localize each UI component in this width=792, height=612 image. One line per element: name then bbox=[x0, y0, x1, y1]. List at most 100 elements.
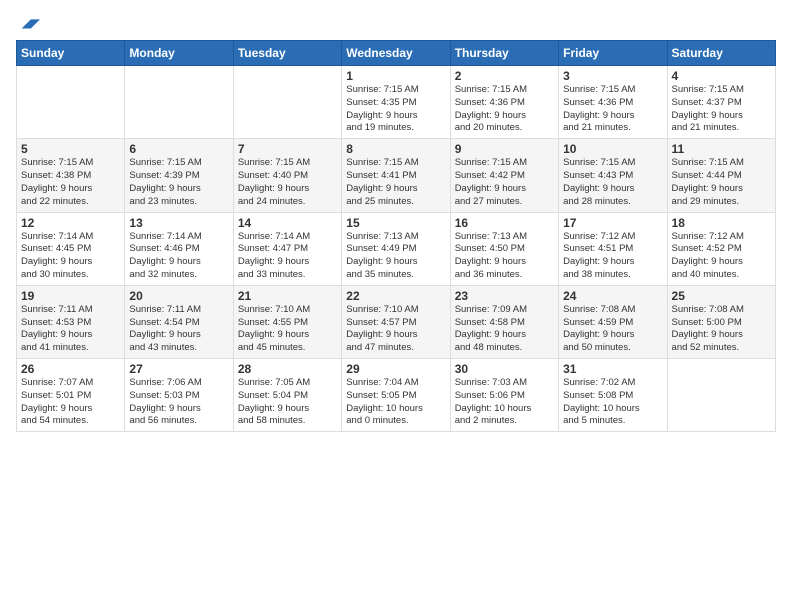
day-number: 10 bbox=[563, 142, 662, 156]
calendar-day-cell: 26Sunrise: 7:07 AM Sunset: 5:01 PM Dayli… bbox=[17, 359, 125, 432]
calendar-day-cell: 2Sunrise: 7:15 AM Sunset: 4:36 PM Daylig… bbox=[450, 66, 558, 139]
day-number: 26 bbox=[21, 362, 120, 376]
calendar-day-cell: 31Sunrise: 7:02 AM Sunset: 5:08 PM Dayli… bbox=[559, 359, 667, 432]
day-number: 22 bbox=[346, 289, 445, 303]
day-info: Sunrise: 7:15 AM Sunset: 4:35 PM Dayligh… bbox=[346, 84, 445, 135]
day-info: Sunrise: 7:12 AM Sunset: 4:51 PM Dayligh… bbox=[563, 231, 662, 282]
day-info: Sunrise: 7:14 AM Sunset: 4:46 PM Dayligh… bbox=[129, 231, 228, 282]
day-number: 9 bbox=[455, 142, 554, 156]
day-number: 12 bbox=[21, 216, 120, 230]
calendar: SundayMondayTuesdayWednesdayThursdayFrid… bbox=[16, 40, 776, 432]
day-info: Sunrise: 7:05 AM Sunset: 5:04 PM Dayligh… bbox=[238, 377, 337, 428]
day-number: 28 bbox=[238, 362, 337, 376]
calendar-week-row: 1Sunrise: 7:15 AM Sunset: 4:35 PM Daylig… bbox=[17, 66, 776, 139]
calendar-day-cell bbox=[17, 66, 125, 139]
day-info: Sunrise: 7:14 AM Sunset: 4:45 PM Dayligh… bbox=[21, 231, 120, 282]
day-info: Sunrise: 7:15 AM Sunset: 4:38 PM Dayligh… bbox=[21, 157, 120, 208]
day-number: 21 bbox=[238, 289, 337, 303]
day-number: 11 bbox=[672, 142, 771, 156]
calendar-day-cell: 16Sunrise: 7:13 AM Sunset: 4:50 PM Dayli… bbox=[450, 212, 558, 285]
calendar-day-cell: 23Sunrise: 7:09 AM Sunset: 4:58 PM Dayli… bbox=[450, 285, 558, 358]
day-number: 25 bbox=[672, 289, 771, 303]
calendar-day-cell: 28Sunrise: 7:05 AM Sunset: 5:04 PM Dayli… bbox=[233, 359, 341, 432]
calendar-day-cell bbox=[667, 359, 775, 432]
day-number: 30 bbox=[455, 362, 554, 376]
calendar-day-cell: 4Sunrise: 7:15 AM Sunset: 4:37 PM Daylig… bbox=[667, 66, 775, 139]
logo bbox=[16, 12, 40, 30]
day-info: Sunrise: 7:15 AM Sunset: 4:43 PM Dayligh… bbox=[563, 157, 662, 208]
day-number: 5 bbox=[21, 142, 120, 156]
day-info: Sunrise: 7:10 AM Sunset: 4:55 PM Dayligh… bbox=[238, 304, 337, 355]
calendar-day-cell: 25Sunrise: 7:08 AM Sunset: 5:00 PM Dayli… bbox=[667, 285, 775, 358]
day-number: 23 bbox=[455, 289, 554, 303]
day-number: 13 bbox=[129, 216, 228, 230]
day-number: 4 bbox=[672, 69, 771, 83]
calendar-day-cell: 17Sunrise: 7:12 AM Sunset: 4:51 PM Dayli… bbox=[559, 212, 667, 285]
day-info: Sunrise: 7:07 AM Sunset: 5:01 PM Dayligh… bbox=[21, 377, 120, 428]
calendar-week-row: 12Sunrise: 7:14 AM Sunset: 4:45 PM Dayli… bbox=[17, 212, 776, 285]
calendar-day-cell: 20Sunrise: 7:11 AM Sunset: 4:54 PM Dayli… bbox=[125, 285, 233, 358]
day-info: Sunrise: 7:15 AM Sunset: 4:37 PM Dayligh… bbox=[672, 84, 771, 135]
day-info: Sunrise: 7:11 AM Sunset: 4:54 PM Dayligh… bbox=[129, 304, 228, 355]
calendar-day-cell: 9Sunrise: 7:15 AM Sunset: 4:42 PM Daylig… bbox=[450, 139, 558, 212]
calendar-week-row: 5Sunrise: 7:15 AM Sunset: 4:38 PM Daylig… bbox=[17, 139, 776, 212]
calendar-day-cell: 22Sunrise: 7:10 AM Sunset: 4:57 PM Dayli… bbox=[342, 285, 450, 358]
day-info: Sunrise: 7:14 AM Sunset: 4:47 PM Dayligh… bbox=[238, 231, 337, 282]
day-info: Sunrise: 7:03 AM Sunset: 5:06 PM Dayligh… bbox=[455, 377, 554, 428]
calendar-day-cell: 24Sunrise: 7:08 AM Sunset: 4:59 PM Dayli… bbox=[559, 285, 667, 358]
day-of-week-header: Wednesday bbox=[342, 41, 450, 66]
day-number: 16 bbox=[455, 216, 554, 230]
day-info: Sunrise: 7:15 AM Sunset: 4:42 PM Dayligh… bbox=[455, 157, 554, 208]
calendar-day-cell: 14Sunrise: 7:14 AM Sunset: 4:47 PM Dayli… bbox=[233, 212, 341, 285]
calendar-day-cell: 21Sunrise: 7:10 AM Sunset: 4:55 PM Dayli… bbox=[233, 285, 341, 358]
day-number: 3 bbox=[563, 69, 662, 83]
header bbox=[16, 12, 776, 30]
calendar-week-row: 26Sunrise: 7:07 AM Sunset: 5:01 PM Dayli… bbox=[17, 359, 776, 432]
day-number: 19 bbox=[21, 289, 120, 303]
day-number: 14 bbox=[238, 216, 337, 230]
day-number: 15 bbox=[346, 216, 445, 230]
day-of-week-header: Thursday bbox=[450, 41, 558, 66]
calendar-day-cell: 10Sunrise: 7:15 AM Sunset: 4:43 PM Dayli… bbox=[559, 139, 667, 212]
calendar-day-cell: 8Sunrise: 7:15 AM Sunset: 4:41 PM Daylig… bbox=[342, 139, 450, 212]
calendar-day-cell bbox=[125, 66, 233, 139]
day-info: Sunrise: 7:15 AM Sunset: 4:36 PM Dayligh… bbox=[455, 84, 554, 135]
calendar-day-cell: 30Sunrise: 7:03 AM Sunset: 5:06 PM Dayli… bbox=[450, 359, 558, 432]
day-number: 2 bbox=[455, 69, 554, 83]
day-info: Sunrise: 7:09 AM Sunset: 4:58 PM Dayligh… bbox=[455, 304, 554, 355]
calendar-day-cell: 19Sunrise: 7:11 AM Sunset: 4:53 PM Dayli… bbox=[17, 285, 125, 358]
day-number: 27 bbox=[129, 362, 228, 376]
day-info: Sunrise: 7:02 AM Sunset: 5:08 PM Dayligh… bbox=[563, 377, 662, 428]
day-number: 8 bbox=[346, 142, 445, 156]
day-of-week-header: Sunday bbox=[17, 41, 125, 66]
day-of-week-header: Tuesday bbox=[233, 41, 341, 66]
calendar-day-cell: 12Sunrise: 7:14 AM Sunset: 4:45 PM Dayli… bbox=[17, 212, 125, 285]
calendar-day-cell: 6Sunrise: 7:15 AM Sunset: 4:39 PM Daylig… bbox=[125, 139, 233, 212]
day-info: Sunrise: 7:08 AM Sunset: 4:59 PM Dayligh… bbox=[563, 304, 662, 355]
day-number: 31 bbox=[563, 362, 662, 376]
day-of-week-header: Monday bbox=[125, 41, 233, 66]
day-of-week-header: Saturday bbox=[667, 41, 775, 66]
logo-icon bbox=[18, 12, 40, 34]
day-of-week-header: Friday bbox=[559, 41, 667, 66]
day-info: Sunrise: 7:15 AM Sunset: 4:39 PM Dayligh… bbox=[129, 157, 228, 208]
calendar-day-cell: 13Sunrise: 7:14 AM Sunset: 4:46 PM Dayli… bbox=[125, 212, 233, 285]
day-number: 24 bbox=[563, 289, 662, 303]
day-info: Sunrise: 7:08 AM Sunset: 5:00 PM Dayligh… bbox=[672, 304, 771, 355]
calendar-day-cell: 18Sunrise: 7:12 AM Sunset: 4:52 PM Dayli… bbox=[667, 212, 775, 285]
day-info: Sunrise: 7:06 AM Sunset: 5:03 PM Dayligh… bbox=[129, 377, 228, 428]
calendar-week-row: 19Sunrise: 7:11 AM Sunset: 4:53 PM Dayli… bbox=[17, 285, 776, 358]
day-info: Sunrise: 7:15 AM Sunset: 4:40 PM Dayligh… bbox=[238, 157, 337, 208]
day-info: Sunrise: 7:13 AM Sunset: 4:50 PM Dayligh… bbox=[455, 231, 554, 282]
day-number: 6 bbox=[129, 142, 228, 156]
calendar-day-cell bbox=[233, 66, 341, 139]
day-info: Sunrise: 7:04 AM Sunset: 5:05 PM Dayligh… bbox=[346, 377, 445, 428]
day-number: 1 bbox=[346, 69, 445, 83]
day-info: Sunrise: 7:15 AM Sunset: 4:36 PM Dayligh… bbox=[563, 84, 662, 135]
day-info: Sunrise: 7:12 AM Sunset: 4:52 PM Dayligh… bbox=[672, 231, 771, 282]
day-info: Sunrise: 7:15 AM Sunset: 4:41 PM Dayligh… bbox=[346, 157, 445, 208]
day-info: Sunrise: 7:10 AM Sunset: 4:57 PM Dayligh… bbox=[346, 304, 445, 355]
day-number: 20 bbox=[129, 289, 228, 303]
calendar-day-cell: 1Sunrise: 7:15 AM Sunset: 4:35 PM Daylig… bbox=[342, 66, 450, 139]
calendar-day-cell: 3Sunrise: 7:15 AM Sunset: 4:36 PM Daylig… bbox=[559, 66, 667, 139]
